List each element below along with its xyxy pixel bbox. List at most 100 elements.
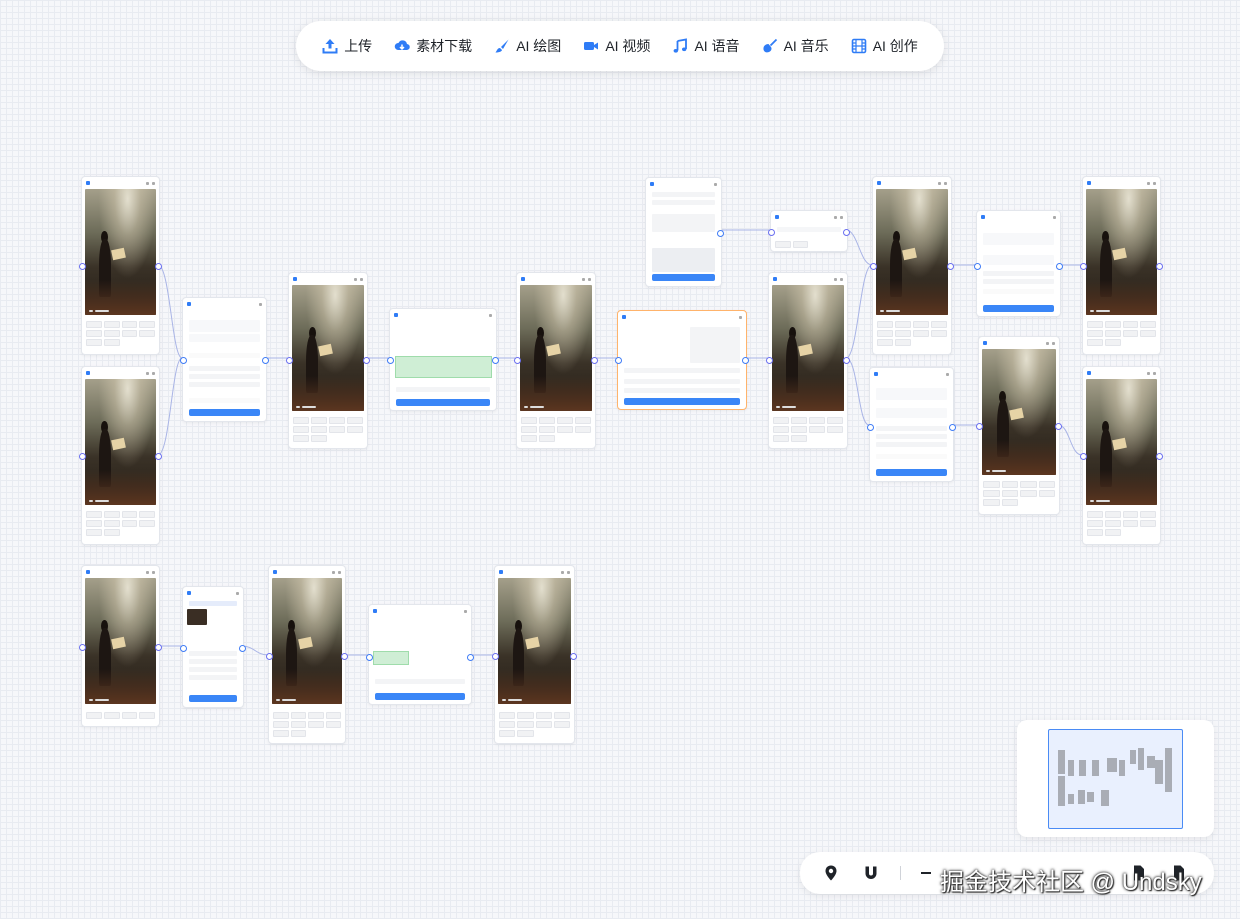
action-button[interactable] (1087, 330, 1103, 337)
action-button[interactable] (1140, 511, 1156, 518)
input-port[interactable] (366, 654, 373, 661)
menu-icon[interactable] (944, 181, 947, 185)
input-port[interactable] (615, 357, 622, 364)
video-preview[interactable] (1086, 379, 1157, 505)
action-button[interactable] (1122, 321, 1139, 328)
menu-icon[interactable] (1153, 371, 1156, 375)
menu-icon[interactable] (1052, 341, 1055, 345)
action-button[interactable] (1038, 490, 1055, 497)
action-button[interactable] (517, 712, 534, 719)
output-port[interactable] (591, 357, 598, 364)
action-button[interactable] (139, 321, 155, 328)
action-button[interactable] (86, 712, 102, 719)
toolbar-ai-video-button[interactable]: AI 视频 (583, 36, 650, 56)
start-merge-button[interactable] (189, 409, 260, 416)
input-port[interactable] (766, 357, 773, 364)
input-port[interactable] (870, 263, 877, 270)
output-port[interactable] (949, 424, 956, 431)
action-button[interactable] (347, 417, 363, 424)
action-button[interactable] (86, 330, 102, 337)
video-node[interactable] (1080, 366, 1163, 545)
input-port[interactable] (79, 644, 86, 651)
input-port[interactable] (867, 424, 874, 431)
action-button[interactable] (311, 417, 327, 424)
start-process-button[interactable] (375, 693, 465, 700)
action-button[interactable] (1140, 330, 1156, 337)
video-node[interactable] (79, 366, 162, 545)
action-button[interactable] (103, 339, 120, 346)
download-icon[interactable] (1046, 341, 1049, 345)
action-button[interactable] (1020, 490, 1037, 497)
video-preview[interactable] (876, 189, 948, 315)
start-process-button[interactable] (396, 399, 490, 406)
action-button[interactable] (1087, 520, 1103, 527)
action-button[interactable] (347, 426, 363, 433)
toolbar-ai-draw-button[interactable]: AI 绘图 (494, 36, 561, 56)
download-icon[interactable] (146, 570, 149, 574)
close-icon[interactable] (714, 182, 717, 186)
action-button[interactable] (931, 330, 947, 337)
action-button[interactable] (913, 330, 929, 337)
action-button[interactable] (86, 520, 102, 527)
action-button[interactable] (791, 426, 807, 433)
audio-edit-node[interactable] (387, 308, 499, 411)
output-port[interactable] (742, 357, 749, 364)
action-button[interactable] (553, 712, 570, 719)
output-port[interactable] (947, 263, 954, 270)
action-button[interactable] (517, 721, 534, 728)
input-port[interactable] (492, 653, 499, 660)
action-button[interactable] (1087, 511, 1103, 518)
output-port[interactable] (843, 357, 850, 364)
menu-icon[interactable] (152, 371, 155, 375)
close-icon[interactable] (739, 315, 742, 319)
action-button[interactable] (139, 511, 155, 518)
output-port[interactable] (1156, 453, 1163, 460)
ai-generate-button[interactable] (652, 274, 715, 281)
action-button[interactable] (517, 730, 534, 737)
action-button[interactable] (103, 321, 120, 328)
subtitle-node[interactable] (615, 310, 749, 410)
output-port[interactable] (155, 453, 162, 460)
action-button[interactable] (913, 321, 929, 328)
download-icon[interactable] (354, 277, 357, 281)
close-icon[interactable] (946, 372, 949, 376)
action-button[interactable] (1104, 520, 1121, 527)
action-button[interactable] (139, 330, 155, 337)
action-button[interactable] (139, 520, 155, 527)
input-port[interactable] (180, 357, 187, 364)
download-icon[interactable] (834, 277, 837, 281)
action-button[interactable] (1122, 520, 1139, 527)
action-button[interactable] (827, 426, 843, 433)
close-icon[interactable] (489, 313, 492, 317)
menu-icon[interactable] (840, 215, 843, 219)
action-button[interactable] (1104, 321, 1121, 328)
download-icon[interactable] (146, 371, 149, 375)
ai-text-node[interactable] (180, 586, 246, 708)
action-button[interactable] (1087, 529, 1103, 536)
action-button[interactable] (1122, 511, 1139, 518)
action-button[interactable] (827, 417, 843, 424)
action-button[interactable] (553, 721, 570, 728)
action-button[interactable] (1087, 321, 1103, 328)
input-port[interactable] (976, 423, 983, 430)
action-button[interactable] (575, 417, 591, 424)
video-node[interactable] (766, 272, 850, 449)
action-button[interactable] (877, 330, 893, 337)
action-button[interactable] (290, 712, 306, 719)
action-button[interactable] (1122, 330, 1139, 337)
action-button[interactable] (86, 339, 102, 346)
action-button[interactable] (139, 712, 155, 719)
action-button[interactable] (792, 241, 808, 248)
video-node[interactable] (492, 565, 577, 744)
action-button[interactable] (983, 481, 1000, 488)
menu-icon[interactable] (338, 570, 341, 574)
menu-icon[interactable] (840, 277, 843, 281)
action-button[interactable] (575, 426, 591, 433)
action-button[interactable] (121, 511, 138, 518)
action-button[interactable] (121, 712, 138, 719)
action-button[interactable] (895, 339, 911, 346)
video-preview[interactable] (982, 349, 1056, 475)
input-port[interactable] (1080, 453, 1087, 460)
action-button[interactable] (1104, 339, 1121, 346)
merge-node[interactable] (974, 210, 1063, 317)
